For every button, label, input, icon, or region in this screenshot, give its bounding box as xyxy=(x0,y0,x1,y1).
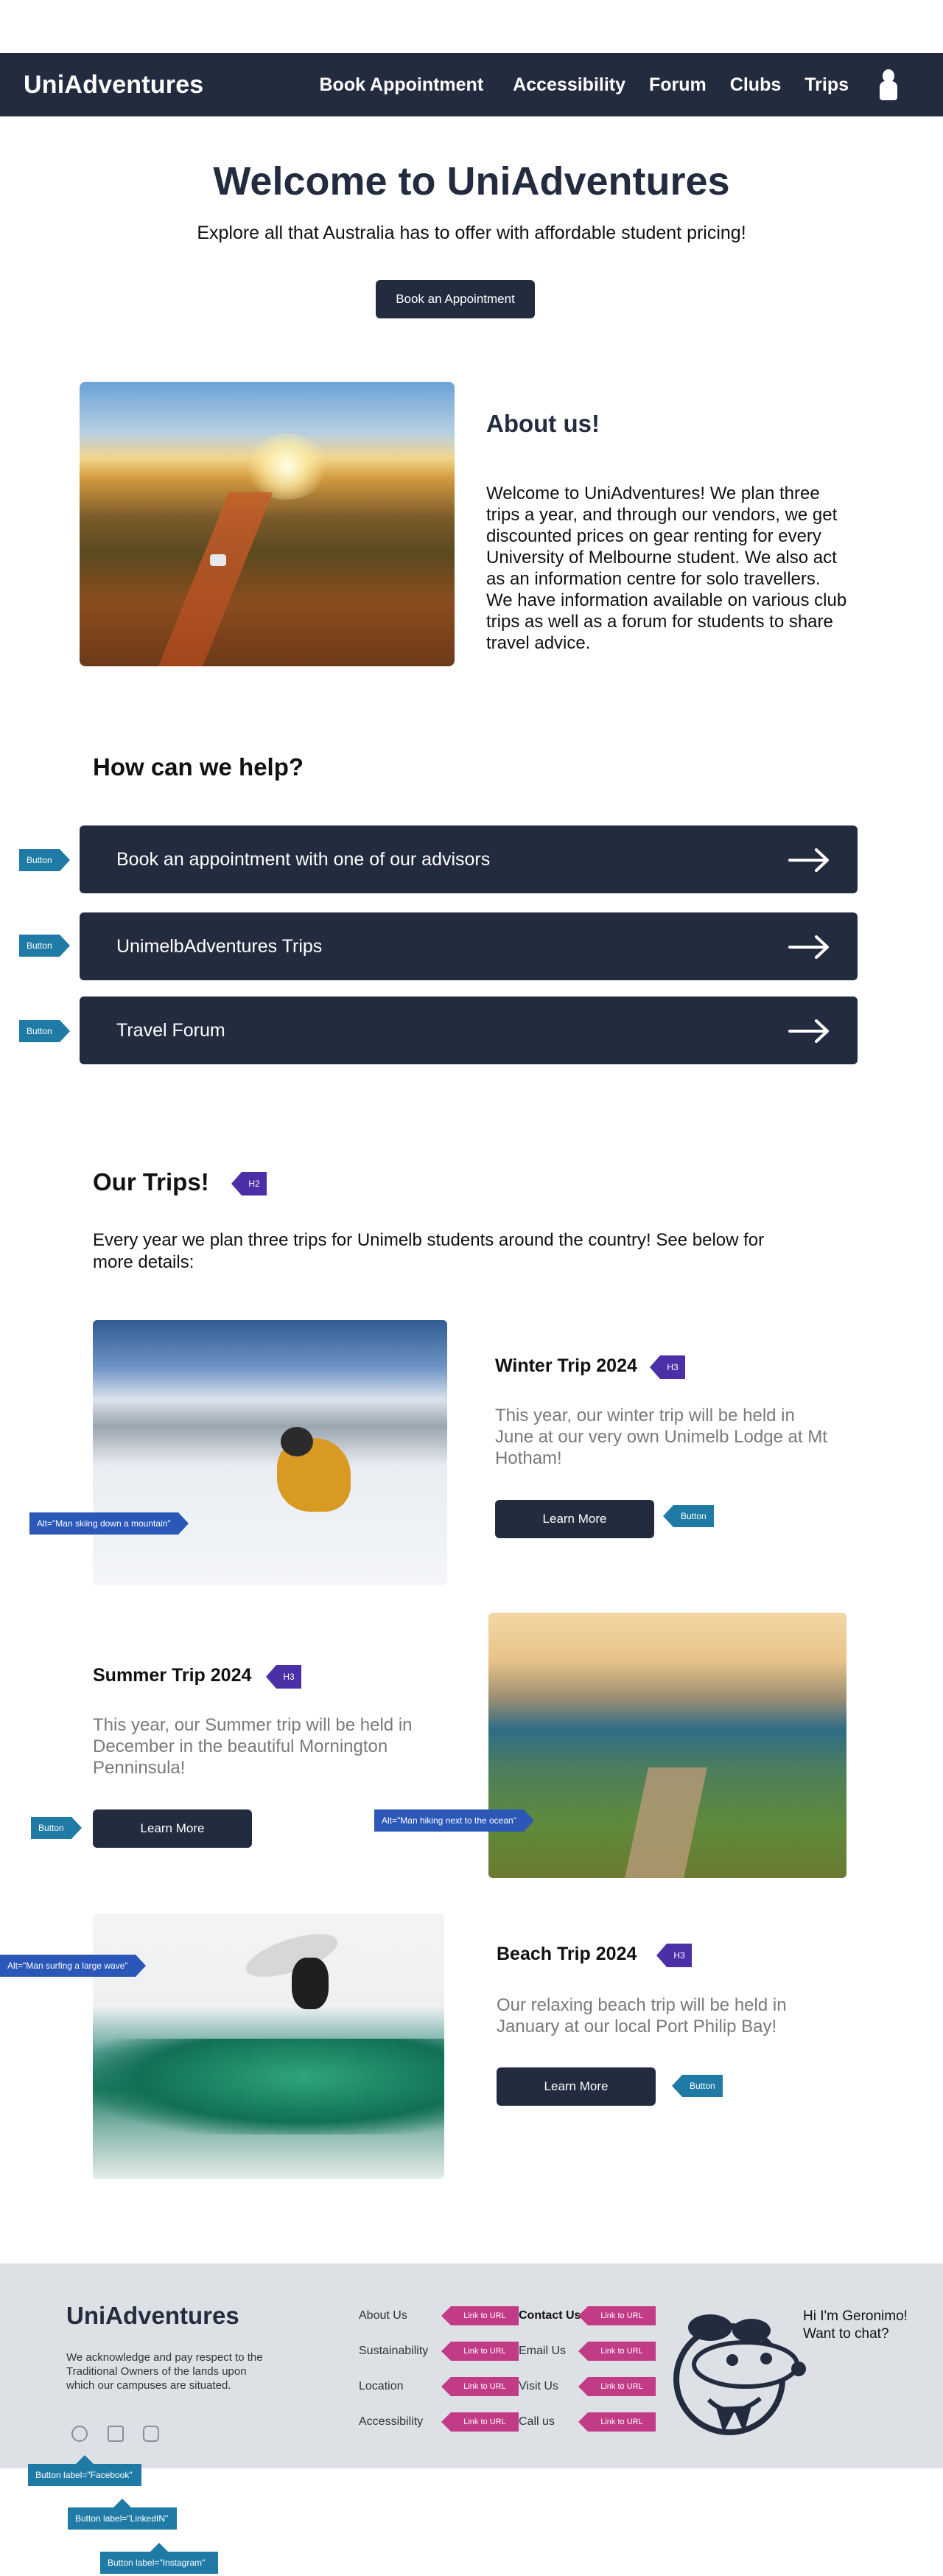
beach-trip-heading: Beach Trip 2024 xyxy=(497,1944,637,1964)
nav-forum[interactable]: Forum xyxy=(649,74,707,96)
site-header: UniAdventures Book Appointment Accessibi… xyxy=(0,53,943,116)
footer-link-location[interactable]: Location xyxy=(359,2380,404,2393)
button-annotation: Button xyxy=(19,1020,70,1042)
link-annotation: Link to URL xyxy=(441,2342,519,2361)
help-button-trips[interactable]: UnimelbAdventures Trips xyxy=(80,912,858,980)
help-button-label: Book an appointment with one of our advi… xyxy=(116,848,491,870)
footer-link-email[interactable]: Email Us xyxy=(519,2345,566,2358)
brand-logo[interactable]: UniAdventures xyxy=(24,71,203,100)
alt-text-annotation: Alt="Man surfing a large wave" xyxy=(0,1955,146,1977)
surfer-image xyxy=(93,1913,444,2179)
alt-text-annotation: Alt="Man skiing down a mountain" xyxy=(29,1512,189,1535)
nav-clubs[interactable]: Clubs xyxy=(730,74,781,96)
winter-trip-heading: Winter Trip 2024 xyxy=(495,1355,637,1376)
book-appointment-button[interactable]: Book an Appointment xyxy=(376,280,535,318)
instagram-annotation: Button label="Instagram" xyxy=(100,2543,218,2574)
link-annotation: Link to URL xyxy=(441,2306,519,2325)
button-annotation: Button xyxy=(31,1817,82,1839)
link-annotation: Link to URL xyxy=(578,2306,656,2325)
hero-subtitle: Explore all that Australia has to offer … xyxy=(197,223,746,243)
footer-link-call[interactable]: Call us xyxy=(519,2415,555,2429)
skier-image xyxy=(93,1320,447,1585)
winter-learn-more-button[interactable]: Learn More xyxy=(495,1500,654,1538)
button-annotation: Button xyxy=(19,935,70,957)
arrow-right-icon xyxy=(788,935,829,959)
arrow-right-icon xyxy=(788,848,829,872)
summer-learn-more-button[interactable]: Learn More xyxy=(93,1809,252,1848)
footer-link-sustainability[interactable]: Sustainability xyxy=(359,2345,428,2358)
help-button-appointment[interactable]: Book an appointment with one of our advi… xyxy=(80,825,858,893)
outback-road-image xyxy=(80,382,455,666)
facebook-annotation: Button label="Facebook" xyxy=(28,2455,141,2486)
facebook-icon[interactable] xyxy=(71,2426,88,2442)
alt-text-annotation: Alt="Man hiking next to the ocean" xyxy=(374,1809,534,1832)
link-annotation: Link to URL xyxy=(441,2412,519,2432)
site-footer: UniAdventures We acknowledge and pay res… xyxy=(0,2263,943,2468)
chatbot-message: Hi I'm Geronimo! Want to chat? xyxy=(803,2308,908,2342)
page-title: Welcome to UniAdventures xyxy=(213,159,730,203)
nav-book-appointment[interactable]: Book Appointment xyxy=(320,74,484,96)
trips-heading: Our Trips! xyxy=(93,1168,209,1195)
about-text: Welcome to UniAdventures! We plan three … xyxy=(486,484,847,653)
summer-trip-text: This year, our Summer trip will be held … xyxy=(93,1715,413,1778)
about-heading: About us! xyxy=(486,410,600,437)
main-nav: Book Appointment Accessibility Forum Clu… xyxy=(320,53,943,116)
footer-brand: UniAdventures xyxy=(66,2302,239,2329)
linkedin-annotation: Button label="LinkedIN" xyxy=(68,2499,177,2530)
summer-trip-heading: Summer Trip 2024 xyxy=(93,1665,252,1686)
link-annotation: Link to URL xyxy=(578,2342,656,2361)
beach-learn-more-button[interactable]: Learn More xyxy=(497,2067,656,2106)
footer-link-accessibility[interactable]: Accessibility xyxy=(359,2415,423,2429)
link-annotation: Link to URL xyxy=(578,2412,656,2432)
h3-annotation: H3 xyxy=(266,1665,301,1689)
button-annotation: Button xyxy=(19,849,70,871)
footer-link-contact[interactable]: Contact Us xyxy=(519,2309,581,2322)
help-button-forum[interactable]: Travel Forum xyxy=(80,996,858,1064)
button-annotation: Button xyxy=(672,2075,723,2097)
mascot-chatbot-icon[interactable] xyxy=(665,2311,819,2437)
button-annotation: Button xyxy=(663,1505,714,1527)
nav-accessibility[interactable]: Accessibility xyxy=(513,74,625,96)
h3-annotation: H3 xyxy=(650,1355,685,1379)
acknowledgement-text: We acknowledge and pay respect to the Tr… xyxy=(66,2351,263,2392)
h3-annotation: H3 xyxy=(656,1944,692,1967)
help-button-label: Travel Forum xyxy=(116,1019,225,1041)
profile-icon[interactable] xyxy=(878,69,899,100)
hiker-image xyxy=(488,1613,846,1878)
trips-intro: Every year we plan three trips for Unime… xyxy=(93,1230,765,1272)
footer-link-visit[interactable]: Visit Us xyxy=(519,2380,558,2393)
instagram-icon[interactable] xyxy=(143,2426,159,2442)
help-heading: How can we help? xyxy=(93,753,304,781)
winter-trip-text: This year, our winter trip will be held … xyxy=(495,1406,827,1468)
help-button-label: UnimelbAdventures Trips xyxy=(116,935,323,957)
linkedin-icon[interactable] xyxy=(108,2426,124,2442)
link-annotation: Link to URL xyxy=(441,2377,519,2396)
nav-trips[interactable]: Trips xyxy=(804,74,849,96)
beach-trip-text: Our relaxing beach trip will be held in … xyxy=(497,1995,787,2036)
link-annotation: Link to URL xyxy=(578,2377,656,2396)
h2-annotation: H2 xyxy=(231,1172,267,1195)
footer-link-about[interactable]: About Us xyxy=(359,2309,407,2322)
arrow-right-icon xyxy=(788,1019,829,1043)
